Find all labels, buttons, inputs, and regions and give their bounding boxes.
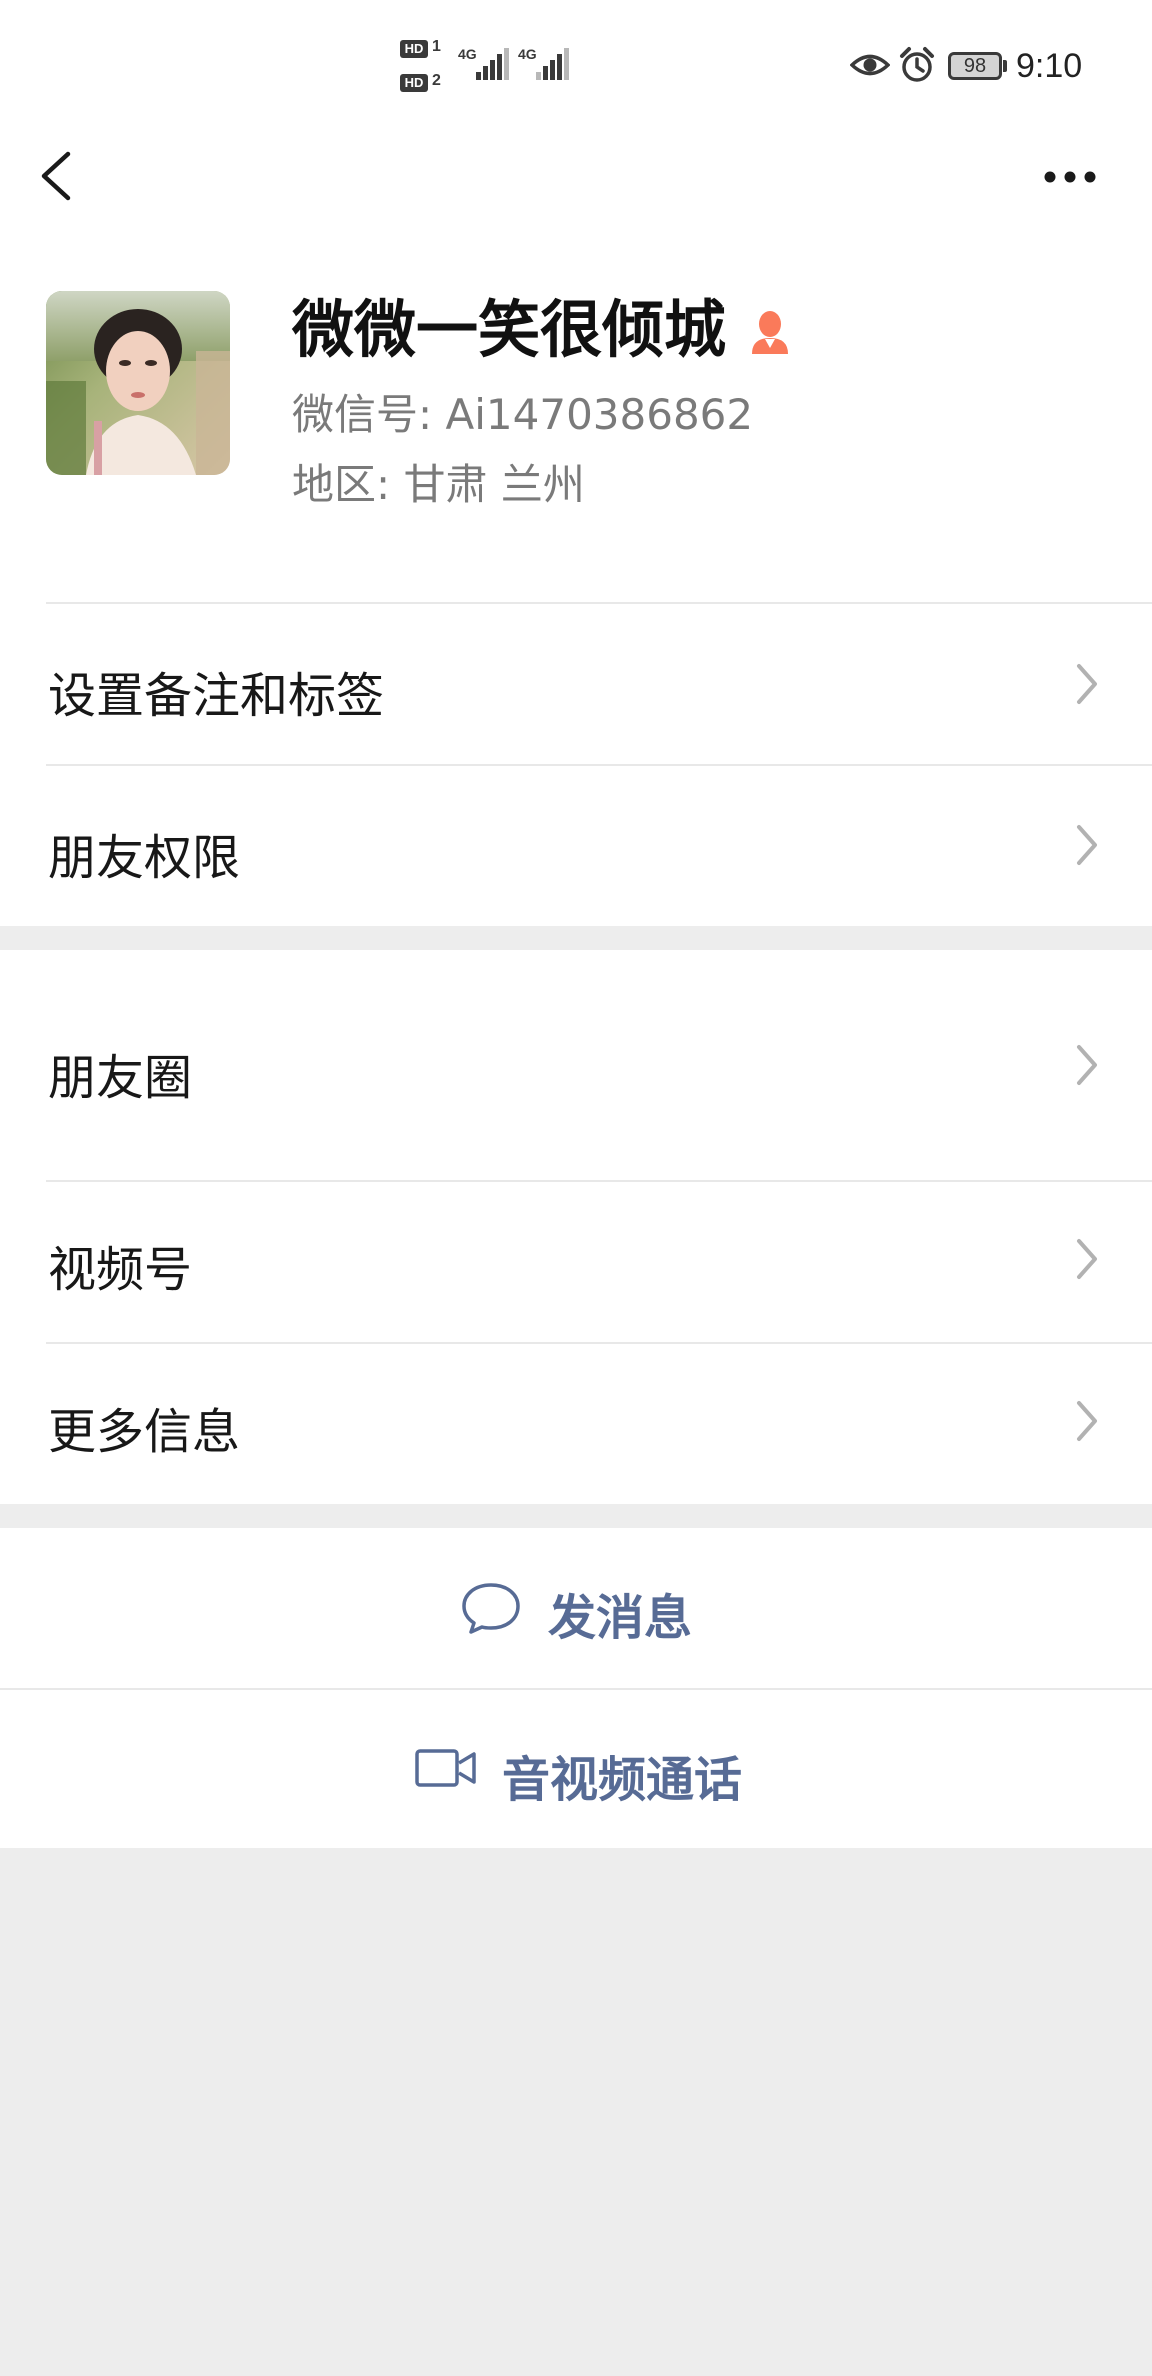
row-remark-tags[interactable]: 设置备注和标签 <box>0 604 1152 764</box>
row-label: 朋友圈 <box>48 1050 193 1106</box>
section-separator <box>0 926 1152 950</box>
network-type-2: 4G <box>518 46 537 62</box>
sim1-number: 1 <box>432 38 441 55</box>
chevron-left-icon <box>41 151 71 201</box>
row-channels[interactable]: 视频号 <box>0 1180 1152 1342</box>
video-call-label: 音视频通话 <box>502 1752 743 1808</box>
divider <box>46 1342 1152 1344</box>
avatar[interactable] <box>46 291 230 475</box>
sim2-number: 2 <box>432 72 441 89</box>
alarm-icon <box>900 47 934 82</box>
send-message-button[interactable]: 发消息 <box>0 1528 1152 1688</box>
section-separator <box>0 1504 1152 1528</box>
clock: 9:10 <box>1016 47 1083 85</box>
row-label: 更多信息 <box>48 1404 241 1460</box>
eye-comfort-icon <box>850 54 890 76</box>
hd-badge-1: HD <box>400 40 428 58</box>
avatar-photo <box>46 291 230 475</box>
chevron-right-icon <box>1077 1045 1097 1085</box>
row-label: 设置备注和标签 <box>48 668 385 724</box>
network-type-1: 4G <box>458 46 477 62</box>
back-button[interactable] <box>30 140 90 212</box>
video-call-button[interactable]: 音视频通话 <box>0 1690 1152 1848</box>
row-label: 视频号 <box>48 1242 193 1298</box>
video-camera-icon <box>415 1749 476 1787</box>
chevron-right-icon <box>1077 664 1097 704</box>
chat-bubble-icon <box>462 1583 520 1634</box>
chevron-right-icon <box>1077 1401 1097 1441</box>
signal-icon-1 <box>476 48 510 80</box>
chevron-right-icon <box>1077 1239 1097 1279</box>
signal-icon-2 <box>536 48 570 80</box>
battery-tip <box>1003 60 1007 72</box>
female-icon <box>752 311 788 354</box>
wechat-id: 微信号: Ai1470386862 <box>292 390 754 439</box>
status-bar: HD 1 HD 2 4G 4G 98 9:10 <box>0 0 1152 130</box>
region: 地区: 甘肃 兰州 <box>292 460 585 509</box>
hd-badge-2: HD <box>400 74 428 92</box>
row-label: 朋友权限 <box>48 830 241 886</box>
more-options-button[interactable] <box>1030 150 1110 204</box>
battery-indicator: 98 <box>948 52 1002 80</box>
row-moments[interactable]: 朋友圈 <box>0 950 1152 1180</box>
send-message-label: 发消息 <box>548 1590 693 1646</box>
chevron-right-icon <box>1077 825 1097 865</box>
contact-name: 微微一笑很倾城 <box>292 293 727 366</box>
row-more-info[interactable]: 更多信息 <box>0 1342 1152 1504</box>
more-dots-icon <box>1044 171 1096 183</box>
row-friend-permissions[interactable]: 朋友权限 <box>0 766 1152 926</box>
divider <box>46 1180 1152 1182</box>
